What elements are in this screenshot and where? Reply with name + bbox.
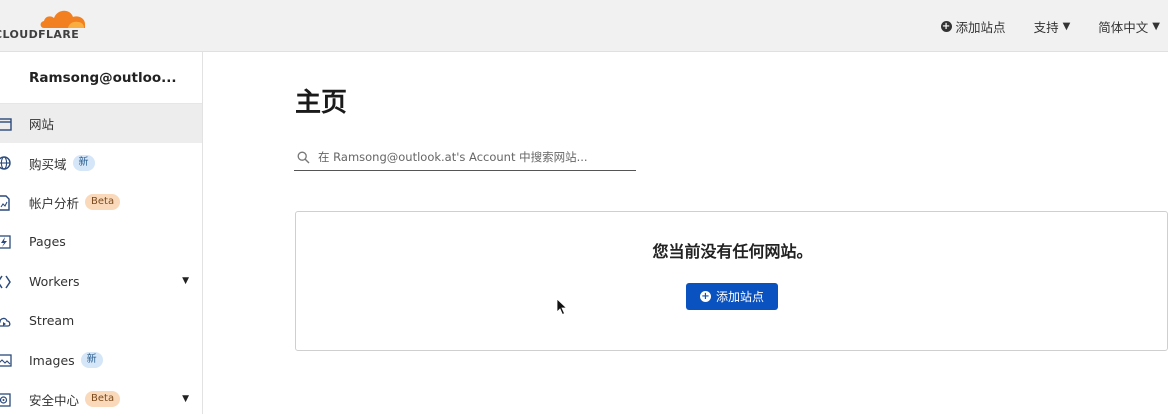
support-menu[interactable]: 支持 ▼ xyxy=(1034,17,1071,36)
new-badge: 新 xyxy=(80,352,103,369)
target-icon xyxy=(0,393,11,407)
language-menu[interactable]: 简体中文 ▼ xyxy=(1098,17,1160,36)
caret-down-icon[interactable]: ▼ xyxy=(182,394,189,404)
support-label: 支持 xyxy=(1033,19,1059,35)
add-site-label: 添加站点 xyxy=(955,19,1006,35)
caret-down-icon: ▼ xyxy=(1152,20,1160,32)
sidebar-item-security-center[interactable]: 安全中心 Beta ▼ xyxy=(0,380,202,419)
language-label: 简体中文 xyxy=(1098,19,1149,35)
mouse-cursor-icon xyxy=(556,298,568,316)
sidebar-item-label: Workers xyxy=(29,273,80,289)
account-name[interactable]: Ramsong@outloo... xyxy=(0,52,202,104)
page-title: 主页 xyxy=(295,88,348,118)
document-chart-icon xyxy=(0,195,10,211)
sidebar-item-label: 帐户分析 xyxy=(29,195,80,211)
lightning-icon xyxy=(0,235,11,249)
main-content: 主页 您当前没有任何网站。 + 添加站点 xyxy=(204,52,1168,414)
sidebar-item-pages[interactable]: Pages xyxy=(0,222,202,261)
caret-down-icon[interactable]: ▼ xyxy=(182,276,189,286)
sidebar-item-label: 购买域 xyxy=(29,156,67,172)
sidebar: Ramsong@outloo... 网站 购买域 新 帐户分析 Beta Pag… xyxy=(0,52,203,414)
beta-badge: Beta xyxy=(85,391,121,408)
sidebar-item-label: Images xyxy=(29,352,75,368)
empty-state-message: 您当前没有任何网站。 xyxy=(652,242,813,261)
sidebar-item-images[interactable]: Images 新 xyxy=(0,340,202,379)
sidebar-item-buy-domain[interactable]: 购买域 新 xyxy=(0,143,202,182)
search-icon xyxy=(297,151,310,163)
sidebar-item-websites[interactable]: 网站 xyxy=(0,104,202,144)
sidebar-item-account-analytics[interactable]: 帐户分析 Beta xyxy=(0,183,202,222)
plus-circle-icon: + xyxy=(699,291,711,302)
image-icon xyxy=(0,354,12,367)
sidebar-item-label: Pages xyxy=(29,234,66,250)
add-site-button-label: 添加站点 xyxy=(715,290,764,304)
add-site-button[interactable]: + 添加站点 xyxy=(686,283,778,310)
cloud-play-icon xyxy=(0,317,11,327)
empty-state-card: 您当前没有任何网站。 + 添加站点 xyxy=(295,211,1168,351)
caret-down-icon: ▼ xyxy=(1062,20,1071,32)
sidebar-item-label: Stream xyxy=(29,313,75,329)
globe-icon xyxy=(0,156,11,171)
sidebar-item-workers[interactable]: Workers ▼ xyxy=(0,262,202,301)
site-search[interactable] xyxy=(294,144,636,171)
cloudflare-logo[interactable]: CLOUDFLARE xyxy=(0,6,96,46)
top-nav: + 添加站点 支持 ▼ 简体中文 ▼ xyxy=(913,0,1168,52)
browser-window-icon xyxy=(0,118,12,131)
logo-text: CLOUDFLARE xyxy=(0,28,80,41)
sidebar-item-stream[interactable]: Stream xyxy=(0,301,202,340)
new-badge: 新 xyxy=(72,155,95,172)
top-bar: CLOUDFLARE + 添加站点 支持 ▼ 简体中文 ▼ xyxy=(0,0,1168,52)
plus-circle-icon: + xyxy=(940,20,952,32)
cloud-logo-icon xyxy=(40,10,85,28)
sidebar-item-label: 安全中心 xyxy=(29,392,80,408)
beta-badge: Beta xyxy=(85,194,121,211)
add-site-link[interactable]: + 添加站点 xyxy=(940,17,1006,36)
sidebar-item-label: 网站 xyxy=(29,117,55,133)
search-input[interactable] xyxy=(318,150,628,164)
workers-icon xyxy=(0,275,11,288)
